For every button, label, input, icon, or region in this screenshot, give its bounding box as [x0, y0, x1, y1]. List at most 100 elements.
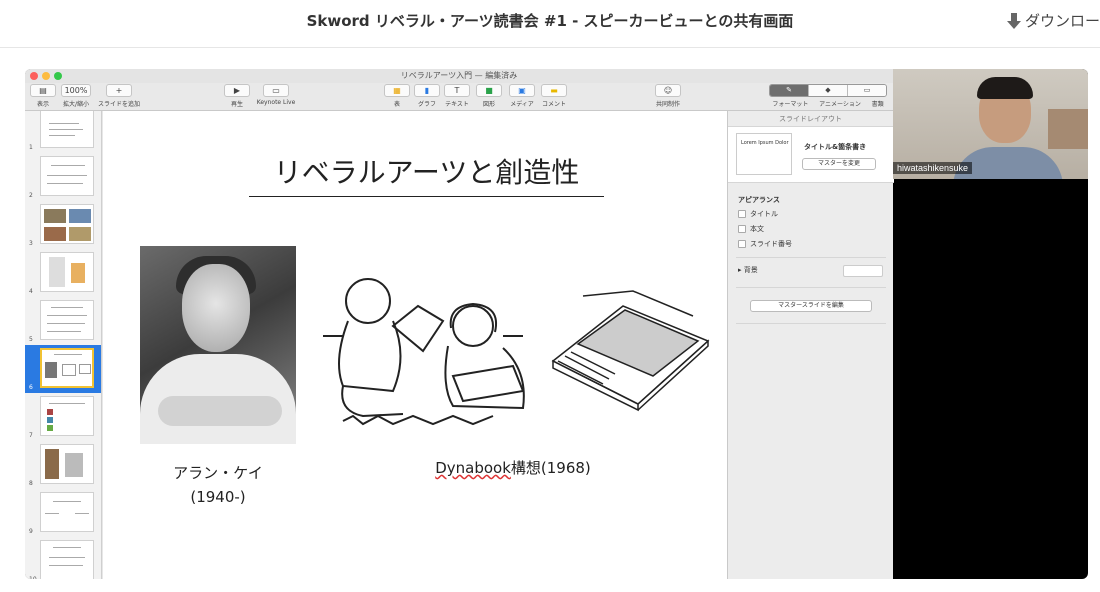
collaborate-button[interactable]: ☺ 共同制作: [651, 83, 685, 108]
edit-master-button[interactable]: マスタースライドを編集: [750, 300, 872, 312]
comment-icon: ▬: [541, 84, 567, 97]
slide-thumbnail[interactable]: 9: [25, 489, 101, 537]
body-option[interactable]: 本文: [738, 224, 764, 234]
media-button[interactable]: ▣ メディア: [507, 83, 537, 108]
keynote-live-icon: ▭: [263, 84, 289, 97]
slide-number: 3: [29, 240, 33, 247]
slide-number: 10: [29, 576, 37, 579]
slide-number-checkbox[interactable]: [738, 240, 746, 248]
play-icon: ▶: [224, 84, 250, 97]
background-label: 背景: [743, 266, 758, 274]
text-icon: T: [444, 84, 470, 97]
slide-number-option-label: スライド番号: [750, 240, 792, 248]
slide-thumbnail[interactable]: 10: [25, 537, 101, 579]
background-row[interactable]: ▸ 背景: [738, 265, 758, 275]
shape-button[interactable]: ■ 図形: [475, 83, 503, 108]
alan-kay-photo[interactable]: [140, 246, 296, 444]
slide-thumbnail-selected[interactable]: 6: [25, 345, 101, 393]
format-label: フォーマット: [772, 101, 809, 108]
slide-title[interactable]: リベラルアーツと創造性: [249, 151, 604, 191]
download-icon: [1006, 12, 1021, 29]
play-label: 再生: [230, 101, 243, 108]
slide-thumbnail[interactable]: 3: [25, 201, 101, 249]
slide-thumbnail[interactable]: 4: [25, 249, 101, 297]
shape-label: 図形: [482, 101, 495, 108]
comment-label: コメント: [541, 101, 566, 108]
keynote-live-label: Keynote Live: [256, 99, 296, 106]
inspector-header: スライドレイアウト: [728, 111, 893, 127]
zoom-button[interactable]: 100% 拡大/縮小: [59, 83, 93, 108]
comment-button[interactable]: ▬ コメント: [539, 83, 569, 108]
document-label: 書類: [871, 101, 884, 108]
slide-number: 9: [29, 528, 33, 535]
keynote-toolbar: ▤ 表示 100% 拡大/縮小 + スライドを追加 ▶ 再生 ▭ Keynote…: [25, 83, 893, 111]
slide-number-option[interactable]: スライド番号: [738, 239, 792, 249]
table-button[interactable]: ▦ 表: [383, 83, 411, 108]
keynote-window: リベラルアーツ入門 — 編集済み ▤ 表示 100% 拡大/縮小 + スライドを…: [25, 69, 894, 579]
slide-number: 4: [29, 288, 33, 295]
slide-thumbnail[interactable]: 8: [25, 441, 101, 489]
dynabook-caption[interactable]: Dynabook構想(1968): [393, 457, 633, 478]
children-sketch[interactable]: [323, 266, 533, 431]
text-label: テキスト: [445, 101, 469, 108]
plus-icon: +: [106, 84, 132, 97]
photo-caption[interactable]: アラン・ケイ (1940-): [140, 461, 296, 509]
slide-thumbnail[interactable]: 7: [25, 393, 101, 441]
inspector-tabs: ✎ ◆ ▭ フォーマット アニメーション 書類: [767, 83, 889, 108]
slide-number: 1: [29, 144, 33, 151]
change-master-button[interactable]: マスターを変更: [802, 158, 876, 170]
body-option-label: 本文: [750, 225, 764, 233]
media-icon: ▣: [509, 84, 535, 97]
title-checkbox[interactable]: [738, 210, 746, 218]
caption-concept: 構想(1968): [510, 459, 591, 477]
layout-preview-text: Lorem Ipsum Dolor: [741, 140, 789, 146]
play-button[interactable]: ▶ 再生: [223, 83, 251, 108]
view-icon: ▤: [30, 84, 56, 97]
participant-name: hiwatashikensuke: [893, 162, 973, 174]
dynabook-tablet-sketch[interactable]: [543, 286, 713, 416]
slide-number: 6: [29, 384, 33, 391]
slide-navigator: 1 2 3 4 5 6 7 8 9: [25, 111, 102, 579]
collaborate-label: 共同制作: [655, 101, 680, 108]
slide-number: 7: [29, 432, 33, 439]
add-slide-button[interactable]: + スライドを追加: [97, 83, 141, 108]
speaker-video: hiwatashikensuke: [893, 69, 1088, 179]
shape-icon: ■: [476, 84, 502, 97]
keynote-live-button[interactable]: ▭ Keynote Live: [253, 83, 299, 106]
collaborate-icon: ☺: [655, 84, 681, 97]
animate-label: アニメーション: [819, 101, 861, 108]
slide-thumbnail[interactable]: 5: [25, 297, 101, 345]
title-option-label: タイトル: [750, 210, 778, 218]
view-button[interactable]: ▤ 表示: [29, 83, 57, 108]
text-button[interactable]: T テキスト: [443, 83, 471, 108]
slide-thumbnail[interactable]: 1: [25, 111, 101, 153]
layout-panel: Lorem Ipsum Dolor タイトル&箇条書き マスターを変更: [728, 127, 894, 183]
add-slide-label: スライドを追加: [97, 101, 140, 108]
page-header: Skword リベラル・アーツ読書会 #1 - スピーカービューとの共有画面 ダ…: [0, 0, 1100, 48]
format-inspector: スライドレイアウト Lorem Ipsum Dolor タイトル&箇条書き マス…: [727, 111, 894, 579]
slide-thumbnail[interactable]: 2: [25, 153, 101, 201]
zoom-value: 100%: [61, 84, 91, 97]
format-tab-icon[interactable]: ✎: [770, 85, 809, 96]
document-tab-icon[interactable]: ▭: [848, 85, 886, 96]
slide-number: 2: [29, 192, 33, 199]
media-label: メディア: [510, 101, 534, 108]
title-option[interactable]: タイトル: [738, 209, 778, 219]
chart-button[interactable]: ▮ グラフ: [413, 83, 441, 108]
title-underline: [249, 196, 604, 197]
view-label: 表示: [36, 101, 49, 108]
body-checkbox[interactable]: [738, 225, 746, 233]
layout-preview[interactable]: Lorem Ipsum Dolor: [736, 133, 792, 175]
table-label: 表: [393, 101, 400, 108]
animate-tab-icon[interactable]: ◆: [809, 85, 848, 96]
slide-number: 8: [29, 480, 33, 487]
shared-screen: リベラルアーツ入門 — 編集済み ▤ 表示 100% 拡大/縮小 + スライドを…: [25, 69, 1088, 579]
current-slide[interactable]: リベラルアーツと創造性 アラン・ケイ (1940-) Dynabook構想(19…: [103, 111, 727, 579]
background-color-well[interactable]: [843, 265, 883, 277]
slide-number: 5: [29, 336, 33, 343]
window-titlebar: リベラルアーツ入門 — 編集済み: [25, 69, 893, 83]
caption-name: アラン・ケイ: [173, 464, 263, 482]
caption-years: (1940-): [190, 488, 246, 506]
chart-icon: ▮: [414, 84, 440, 97]
download-button[interactable]: ダウンロー: [1006, 10, 1100, 31]
